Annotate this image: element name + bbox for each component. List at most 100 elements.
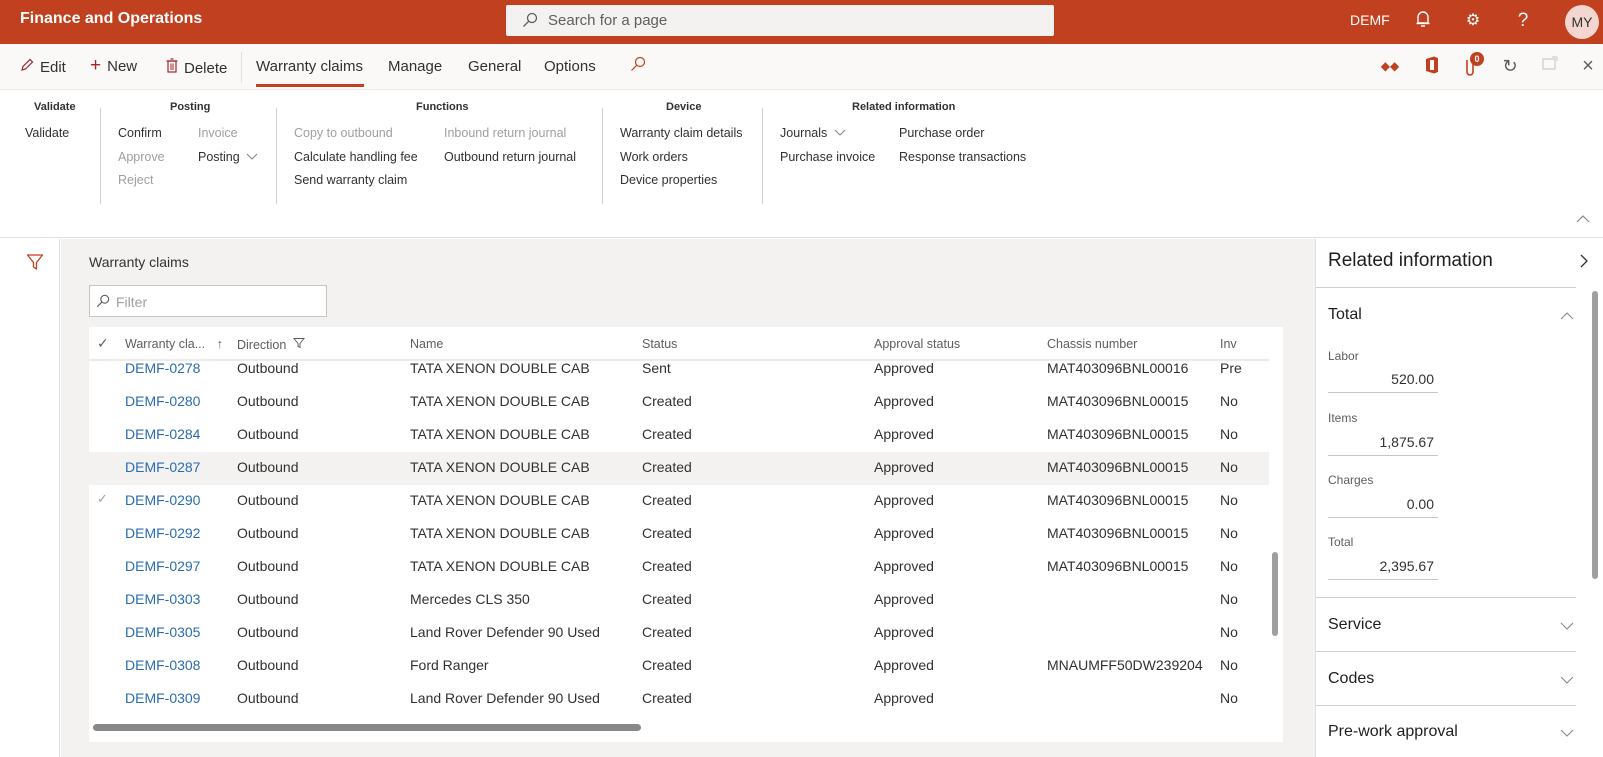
status-cell: Created <box>642 624 692 640</box>
direction-cell: Outbound <box>237 558 299 574</box>
warranty-claim-id-link[interactable]: DEMF-0290 <box>125 492 200 508</box>
user-avatar[interactable]: MY <box>1565 5 1599 39</box>
warranty-claim-id-link[interactable]: DEMF-0278 <box>125 361 200 376</box>
warranty-claim-details-button[interactable]: Warranty claim details <box>620 126 743 140</box>
grid-filter-input[interactable]: Filter <box>89 285 327 317</box>
horizontal-scrollbar[interactable] <box>93 724 641 731</box>
direction-cell: Outbound <box>237 525 299 541</box>
refresh-icon[interactable]: ↻ <box>1500 56 1520 76</box>
edit-button[interactable]: Edit <box>20 58 66 76</box>
warranty-claim-id-link[interactable]: DEMF-0287 <box>125 459 200 475</box>
table-row[interactable]: DEMF-0284 Outbound TATA XENON DOUBLE CAB Cr… <box>89 419 1269 452</box>
action-search-icon[interactable] <box>630 56 646 76</box>
send-warranty-claim-button[interactable]: Send warranty claim <box>294 173 407 187</box>
validate-button[interactable]: Validate <box>25 126 69 140</box>
table-row[interactable]: DEMF-0297 Outbound TATA XENON DOUBLE CAB Cr… <box>89 551 1269 584</box>
bell-icon[interactable] <box>1412 10 1434 32</box>
column-header-warranty-claim[interactable]: Warranty cla... ↑ <box>125 337 223 351</box>
chevron-down-icon[interactable] <box>1560 621 1574 631</box>
column-header-direction[interactable]: Direction <box>237 337 305 352</box>
row-select-checkbox[interactable]: ✓ <box>97 491 108 507</box>
group-title-related-information: Related information <box>852 101 956 113</box>
calculate-handling-fee-button[interactable]: Calculate handling fee <box>294 150 418 164</box>
column-header-status[interactable]: Status <box>642 337 677 351</box>
vertical-scrollbar[interactable] <box>1272 552 1278 636</box>
warranty-claim-id-link[interactable]: DEMF-0308 <box>125 657 200 673</box>
filter-icon[interactable] <box>26 253 44 271</box>
tab-warranty-claims[interactable]: Warranty claims <box>256 58 363 75</box>
company-selector[interactable]: DEMF <box>1350 12 1390 28</box>
warranty-claim-id-link[interactable]: DEMF-0284 <box>125 426 200 442</box>
journals-label: Journals <box>780 126 828 140</box>
table-row[interactable]: DEMF-0308 Outbound Ford Ranger Created Appro… <box>89 650 1269 683</box>
response-transactions-button[interactable]: Response transactions <box>899 150 1026 164</box>
gear-icon[interactable]: ⚙ <box>1462 10 1484 32</box>
table-row[interactable]: DEMF-0292 Outbound TATA XENON DOUBLE CAB Cr… <box>89 518 1269 551</box>
table-row[interactable]: DEMF-0280 Outbound TATA XENON DOUBLE CAB Cr… <box>89 386 1269 419</box>
section-header-total[interactable]: Total <box>1328 306 1362 324</box>
delete-button[interactable]: Delete <box>166 58 227 77</box>
column-header-invoiced[interactable]: Inv <box>1220 337 1242 351</box>
table-row[interactable]: DEMF-0309 Outbound Land Rover Defender 90 … <box>89 683 1269 716</box>
charges-value: 0.00 <box>1328 492 1438 518</box>
approve-button[interactable]: Approve <box>118 150 165 164</box>
confirm-button[interactable]: Confirm <box>118 126 162 140</box>
chevron-right-icon[interactable] <box>1578 253 1590 269</box>
pane-vertical-scrollbar[interactable] <box>1592 291 1598 579</box>
warranty-claim-id-link[interactable]: DEMF-0280 <box>125 393 200 409</box>
section-header-codes[interactable]: Codes <box>1328 670 1374 688</box>
purchase-order-button[interactable]: Purchase order <box>899 126 984 140</box>
table-row[interactable]: DEMF-0303 Outbound Mercedes CLS 350 Created… <box>89 584 1269 617</box>
device-properties-button[interactable]: Device properties <box>620 173 717 187</box>
reject-button[interactable]: Reject <box>118 173 153 187</box>
warranty-claim-id-link[interactable]: DEMF-0292 <box>125 525 200 541</box>
grid-body: DEMF-0278 Outbound TATA XENON DOUBLE CAB Se… <box>89 361 1269 721</box>
chassis-number-cell: MAT403096BNL00015 <box>1047 426 1189 442</box>
page-search-input[interactable]: Search for a page <box>506 5 1054 36</box>
work-orders-button[interactable]: Work orders <box>620 150 688 164</box>
select-all-checkbox[interactable]: ✓ <box>97 335 109 352</box>
column-header-chassis-number[interactable]: Chassis number <box>1047 337 1137 351</box>
copy-to-outbound-button[interactable]: Copy to outbound <box>294 126 393 140</box>
section-header-pre-work-approval[interactable]: Pre-work approval <box>1328 723 1458 741</box>
new-button[interactable]: + New <box>90 56 137 75</box>
inbound-return-journal-button[interactable]: Inbound return journal <box>444 126 566 140</box>
journals-dropdown[interactable]: Journals <box>780 126 846 140</box>
collapse-ribbon-chevron-up-icon[interactable] <box>1576 214 1590 224</box>
warranty-claim-id-link[interactable]: DEMF-0303 <box>125 591 200 607</box>
chevron-up-icon[interactable] <box>1560 311 1574 321</box>
chevron-down-icon[interactable] <box>1560 728 1574 738</box>
charges-label: Charges <box>1328 473 1374 487</box>
table-row[interactable]: DEMF-0305 Outbound Land Rover Defender 90 … <box>89 617 1269 650</box>
warranty-claims-grid: ✓ Warranty cla... ↑ Direction Name Statu… <box>89 327 1283 742</box>
invoice-button[interactable]: Invoice <box>198 126 238 140</box>
invoiced-cell: Pre <box>1220 361 1242 376</box>
labor-value: 520.00 <box>1328 367 1438 393</box>
column-label: Direction <box>237 338 287 352</box>
close-icon[interactable]: × <box>1578 56 1598 76</box>
app-title[interactable]: Finance and Operations <box>20 10 202 28</box>
table-row[interactable]: DEMF-0287 Outbound TATA XENON DOUBLE CAB Cr… <box>89 452 1269 485</box>
items-label: Items <box>1328 411 1358 425</box>
warranty-claim-id-link[interactable]: DEMF-0297 <box>125 558 200 574</box>
section-header-service[interactable]: Service <box>1328 616 1381 634</box>
action-pane: Edit + New Delete Warranty claims Manage … <box>0 44 1603 90</box>
outbound-return-journal-button[interactable]: Outbound return journal <box>444 150 576 164</box>
chevron-down-icon[interactable] <box>1560 675 1574 685</box>
office-icon[interactable] <box>1422 56 1442 76</box>
table-row[interactable]: DEMF-0278 Outbound TATA XENON DOUBLE CAB Se… <box>89 361 1269 386</box>
posting-dropdown[interactable]: Posting <box>198 150 258 164</box>
column-header-name[interactable]: Name <box>410 337 443 351</box>
tab-general[interactable]: General <box>468 58 521 75</box>
tab-manage[interactable]: Manage <box>388 58 442 75</box>
purchase-invoice-button[interactable]: Purchase invoice <box>780 150 875 164</box>
table-row[interactable]: ✓ DEMF-0290 Outbound TATA XENON DOUBLE CAB C… <box>89 485 1269 518</box>
warranty-claim-id-link[interactable]: DEMF-0305 <box>125 624 200 640</box>
power-apps-icon[interactable]: ◆◆ <box>1380 56 1400 76</box>
tab-options[interactable]: Options <box>544 58 596 75</box>
open-new-window-icon[interactable] <box>1540 56 1560 76</box>
column-header-approval-status[interactable]: Approval status <box>874 337 960 351</box>
direction-cell: Outbound <box>237 492 299 508</box>
help-icon[interactable]: ? <box>1512 10 1534 32</box>
warranty-claim-id-link[interactable]: DEMF-0309 <box>125 690 200 706</box>
